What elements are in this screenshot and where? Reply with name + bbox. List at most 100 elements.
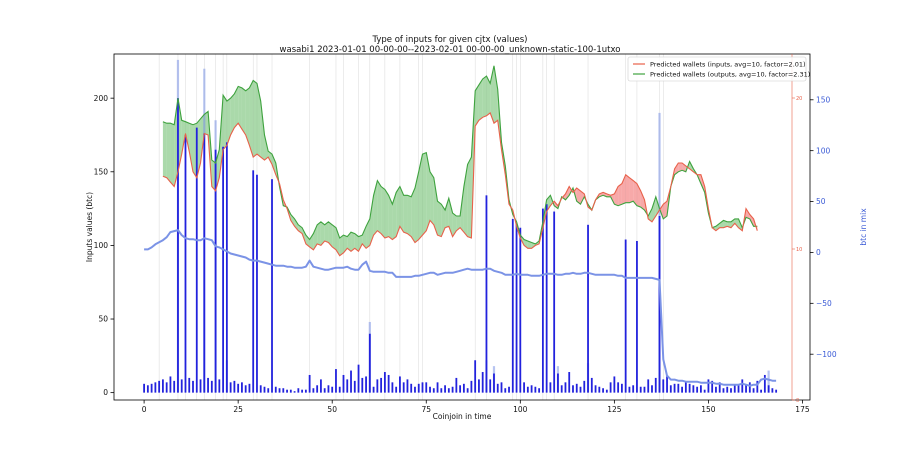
input-value-bar [372, 386, 375, 393]
input-value-bar [304, 389, 307, 393]
input-value-bar [451, 386, 454, 393]
input-value-bar [327, 385, 330, 393]
input-value-bar [602, 388, 604, 393]
input-value-bar [605, 389, 608, 393]
x-tick-label: 75 [421, 405, 431, 414]
input-value-bar [233, 380, 236, 393]
input-value-bar [432, 388, 435, 393]
input-value-bar [417, 383, 420, 393]
wallet-difference-segment [422, 152, 427, 236]
wallet-difference-segment [430, 171, 434, 225]
input-value-bar [538, 388, 541, 393]
input-value-bar [677, 383, 680, 393]
input-value-bar [666, 376, 668, 393]
input-value-bar [526, 386, 529, 393]
input-value-bar [688, 383, 691, 393]
input-value-bar [368, 333, 371, 393]
input-value-bar [203, 133, 206, 393]
input-value-bar [466, 388, 469, 393]
input-value-bar [286, 389, 288, 393]
x-tick-label: 150 [701, 405, 716, 414]
input-value-bar [564, 382, 567, 393]
input-value-bar [222, 146, 225, 393]
legend-label-inputs: Predicted wallets (inputs, avg=10, facto… [650, 61, 806, 69]
input-value-bar [259, 385, 262, 393]
y-tick-label: 100 [94, 241, 109, 250]
input-value-bar [380, 377, 383, 393]
input-value-bar [760, 389, 762, 393]
input-value-bar [402, 382, 405, 393]
legend: Predicted wallets (inputs, avg=10, facto… [627, 56, 810, 82]
input-value-bar [730, 388, 732, 393]
input-value-bar [741, 379, 744, 393]
input-value-bar [165, 382, 168, 393]
wallet-difference-segment [629, 177, 634, 203]
input-value-bar [511, 218, 514, 393]
input-value-bar [278, 388, 281, 393]
input-value-bar [722, 388, 725, 393]
input-value-bar [210, 380, 213, 393]
wallet-difference-segment [170, 123, 175, 187]
input-value-bar [684, 382, 687, 393]
input-value-bar [143, 383, 145, 393]
wallet-difference-segment [241, 87, 246, 135]
input-value-bar [429, 386, 431, 393]
input-value-bar [154, 382, 157, 393]
input-value-bar [534, 386, 537, 393]
input-value-bar [146, 385, 149, 393]
y-axis-left: 0 50 100 150 200 [94, 94, 114, 397]
input-value-bar [150, 383, 153, 393]
input-value-bar [252, 170, 255, 393]
input-value-bar [470, 380, 473, 393]
input-value-bar [376, 379, 379, 393]
input-value-bar [628, 386, 631, 393]
input-value-bar [669, 385, 672, 393]
input-value-bar [703, 389, 706, 393]
input-value-bar [162, 379, 164, 393]
chart-figure: Type of inputs for given cjtx (values) w… [0, 0, 900, 450]
input-value-bar [572, 385, 574, 393]
input-value-bar [651, 385, 653, 393]
x-tick-label: 100 [513, 405, 528, 414]
input-value-bar [338, 386, 341, 393]
input-value-bar [748, 382, 751, 393]
input-value-bar [636, 240, 638, 393]
input-value-bar [496, 383, 499, 393]
wallet-difference-segment [414, 171, 419, 243]
input-value-bar [297, 388, 300, 393]
input-value-bar [346, 379, 349, 393]
input-value-bar [410, 383, 413, 393]
input-value-bar [308, 374, 311, 393]
input-value-bar [699, 385, 702, 393]
input-value-bar [271, 179, 273, 393]
input-value-bar [504, 388, 507, 393]
input-value-bar [620, 383, 623, 393]
wallet-difference-segment [253, 80, 257, 158]
input-value-bar [485, 195, 488, 393]
y-tick-label: 200 [94, 94, 109, 103]
input-value-bar [553, 211, 556, 393]
input-value-bar [320, 379, 322, 393]
input-value-bar [214, 149, 217, 393]
wallet-difference-segment [482, 76, 487, 118]
input-value-bar [643, 386, 646, 393]
wallet-difference-segment [407, 195, 412, 237]
input-value-bar [425, 382, 428, 393]
wallet-difference-segment [332, 224, 336, 250]
input-value-bar [342, 374, 345, 393]
input-value-bar [530, 385, 533, 393]
input-value-bar [237, 383, 240, 393]
input-value-bar [639, 386, 642, 393]
input-value-bar [229, 382, 232, 393]
y2-axis-label: btc in mix [859, 208, 868, 246]
input-value-bar [587, 224, 589, 393]
input-value-bar [654, 377, 657, 393]
input-value-bar [481, 372, 484, 393]
input-value-bar [323, 388, 326, 393]
wallet-difference-segment [403, 195, 408, 234]
input-value-bar [474, 360, 477, 393]
input-value-bar [184, 134, 187, 393]
input-value-bar [177, 98, 179, 393]
input-value-bar [414, 386, 416, 393]
y2-tick-label: 150 [816, 95, 831, 104]
